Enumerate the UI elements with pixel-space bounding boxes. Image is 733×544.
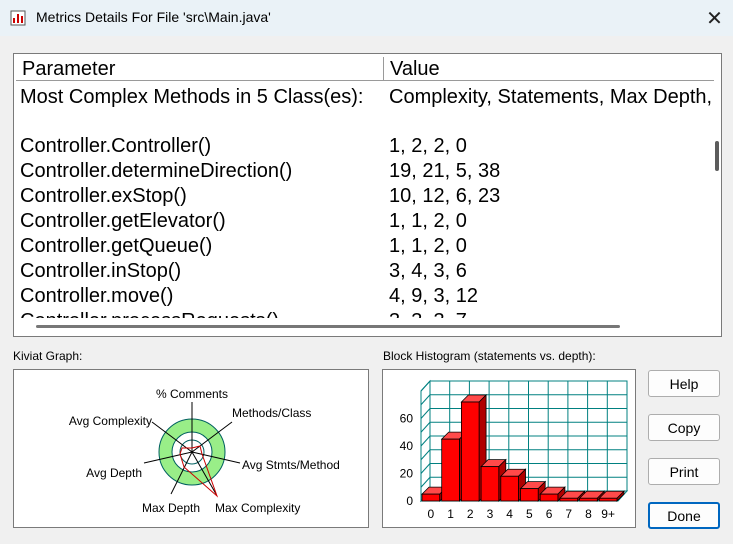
horizontal-scrollbar-thumb[interactable] [36, 325, 620, 328]
y-tick-label: 60 [400, 412, 414, 426]
axis-label-avg-depth: Avg Depth [86, 466, 142, 480]
print-button[interactable]: Print [648, 458, 720, 485]
kiviat-graph: % Comments Methods/Class Avg Stmts/Metho… [69, 387, 340, 515]
axis-label-comments: % Comments [156, 387, 228, 401]
bar [441, 438, 460, 502]
axis-label-max-complexity: Max Complexity [215, 501, 300, 515]
bar [559, 497, 578, 502]
param-cell: Controller.inStop() [20, 260, 182, 282]
block-histogram: 02040600 1 2 3 4 5 6 7 8 9+ [400, 379, 629, 521]
value-cell: 1, 1, 2, 0 [389, 235, 467, 257]
done-button[interactable]: Done [648, 502, 720, 529]
value-cell: 10, 12, 6, 23 [389, 185, 501, 207]
x-tick-label: 2 [467, 507, 474, 521]
horizontal-scrollbar[interactable] [14, 318, 714, 335]
axis-label-avg-stmts-per-method: Avg Stmts/Method [242, 458, 340, 472]
bar [520, 488, 539, 502]
column-header-value[interactable]: Value [384, 57, 714, 81]
value-cell: 3, 4, 3, 6 [389, 260, 467, 282]
help-button[interactable]: Help [648, 370, 720, 397]
x-tick-label: 8 [585, 507, 592, 521]
kiviat-label: Kiviat Graph: [13, 349, 83, 363]
axis-label-methods-per-class: Methods/Class [232, 406, 311, 420]
param-cell: Controller.Controller() [20, 135, 212, 157]
param-cell: Controller.exStop() [20, 185, 187, 207]
param-cell: Controller.move() [20, 285, 174, 307]
x-tick-label: 6 [546, 507, 553, 521]
param-cell: Controller.getQueue() [20, 235, 213, 257]
bar [421, 493, 441, 502]
y-tick-label: 40 [400, 439, 414, 453]
app-icon [10, 10, 26, 26]
y-tick-label: 0 [406, 494, 413, 508]
table-row[interactable]: Controller.inStop() 3, 4, 3, 6 [14, 259, 714, 284]
value-cell: 1, 1, 2, 0 [389, 210, 467, 232]
table-row[interactable]: Controller.getQueue() 1, 1, 2, 0 [14, 234, 714, 259]
close-button[interactable]: ✕ [696, 0, 733, 36]
table-row[interactable] [14, 110, 714, 135]
window-title: Metrics Details For File 'src\Main.java' [36, 9, 271, 25]
histogram-label: Block Histogram (statements vs. depth): [383, 349, 596, 363]
value-cell: 19, 21, 5, 38 [389, 160, 501, 182]
bar [539, 493, 559, 502]
bar [598, 497, 618, 502]
axis-label-avg-complexity: Avg Complexity [69, 414, 152, 428]
vertical-scrollbar-thumb[interactable] [715, 141, 719, 171]
value-cell: 4, 9, 3, 12 [389, 285, 478, 307]
param-cell: Controller.determineDirection() [20, 160, 293, 182]
param-cell: Most Complex Methods in 5 Class(es): [20, 86, 364, 108]
x-tick-label: 7 [565, 507, 572, 521]
bar [480, 466, 500, 502]
metrics-table[interactable]: Parameter Value Most Complex Methods in … [13, 53, 722, 337]
copy-button[interactable]: Copy [648, 414, 720, 441]
table-row[interactable]: Controller.move() 4, 9, 3, 12 [14, 284, 714, 309]
x-tick-label: 3 [487, 507, 494, 521]
table-row[interactable]: Controller.Controller() 1, 2, 2, 0 [14, 134, 714, 159]
table-row[interactable]: Controller.determineDirection() 19, 21, 5… [14, 159, 714, 184]
x-tick-label: 5 [526, 507, 533, 521]
table-row[interactable]: Controller.getElevator() 1, 1, 2, 0 [14, 209, 714, 234]
bar [579, 497, 598, 502]
histogram-panel: 0 20 40 60 0 1 2 3 4 5 6 7 8 9+ [382, 369, 636, 528]
value-cell: 1, 2, 2, 0 [389, 135, 467, 157]
bar [461, 401, 480, 502]
x-tick-label: 9+ [601, 507, 615, 521]
kiviat-graph-panel: % Comments Methods/Class Avg Stmts/Metho… [13, 369, 369, 528]
param-cell: Controller.getElevator() [20, 210, 226, 232]
axis-label-max-depth: Max Depth [142, 501, 200, 515]
y-tick-label: 20 [400, 467, 414, 481]
table-row[interactable]: Most Complex Methods in 5 Class(es): Comp… [14, 85, 714, 110]
close-icon: ✕ [706, 7, 723, 30]
value-cell: Complexity, Statements, Max Depth, Calls [389, 86, 714, 108]
title-bar: Metrics Details For File 'src\Main.java'… [0, 0, 733, 36]
table-row[interactable]: Controller.exStop() 10, 12, 6, 23 [14, 184, 714, 209]
bar [500, 475, 519, 502]
x-tick-label: 0 [428, 507, 435, 521]
x-tick-label: 4 [506, 507, 513, 521]
column-header-parameter[interactable]: Parameter [16, 57, 384, 81]
x-tick-label: 1 [447, 507, 454, 521]
